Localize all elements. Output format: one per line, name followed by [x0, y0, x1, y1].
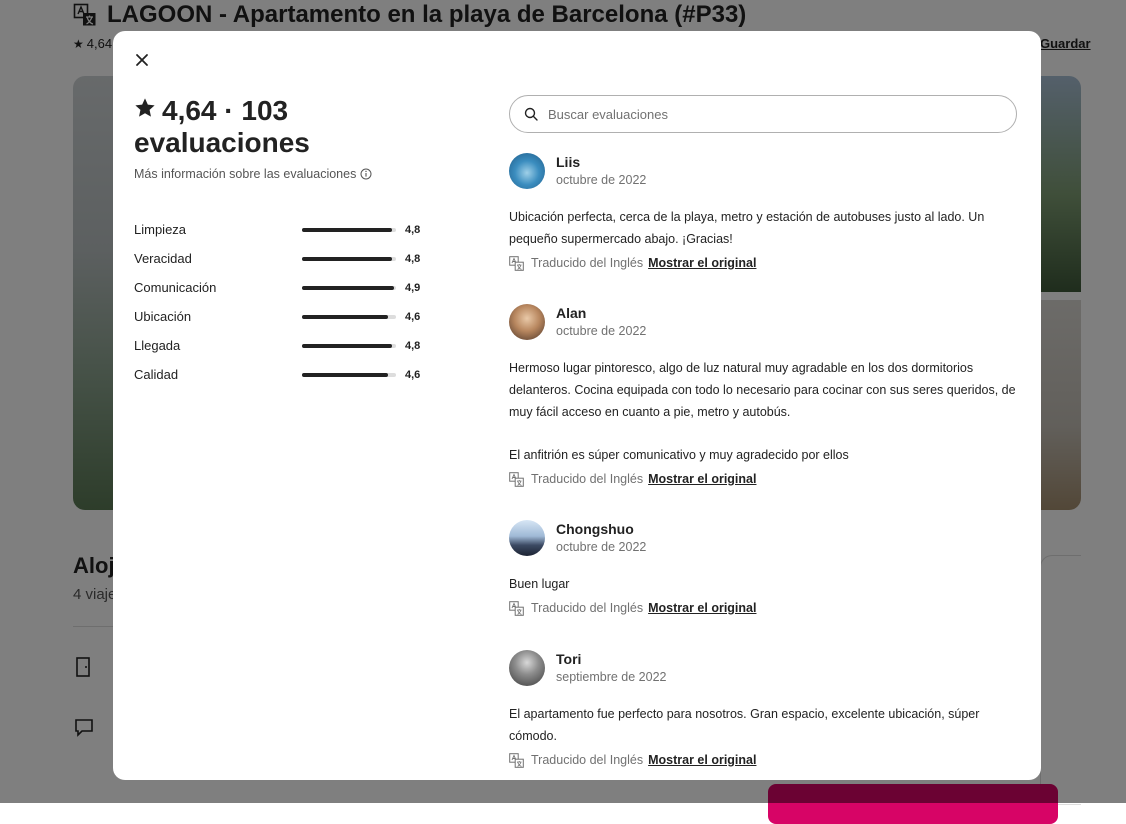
category-bar: [302, 285, 396, 290]
review-paragraph: El anfitrión es súper comunicativo y muy…: [509, 448, 849, 462]
translation-note: Traducido del Inglés Mostrar el original: [509, 469, 1029, 489]
review-item: Liis octubre de 2022 Ubicación perfecta,…: [509, 151, 1029, 273]
translation-note: Traducido del Inglés Mostrar el original: [509, 598, 1029, 618]
category-bar-fill: [302, 256, 393, 261]
category-label: Calidad: [134, 367, 179, 382]
category-label: Comunicación: [134, 280, 217, 295]
info-icon: [360, 168, 372, 180]
review-date: octubre de 2022: [556, 540, 647, 554]
avatar[interactable]: [509, 650, 545, 686]
reviews-info-text: Más información sobre las evaluaciones: [134, 167, 357, 181]
reviewer-name: Liis: [556, 154, 581, 170]
review-date: octubre de 2022: [556, 173, 647, 187]
review-paragraph: El apartamento fue perfecto para nosotro…: [509, 707, 980, 743]
search-reviews[interactable]: [509, 95, 1017, 133]
review-header: Tori septiembre de 2022: [509, 648, 1029, 688]
category-bar: [302, 314, 396, 319]
rating-value: 4,64: [162, 95, 217, 126]
review-paragraph: Ubicación perfecta, cerca de la playa, m…: [509, 210, 985, 246]
review-meta: Liis octubre de 2022: [556, 153, 646, 189]
review-date: septiembre de 2022: [556, 670, 667, 684]
category-row: Veracidad 4,8: [134, 244, 424, 273]
rating-separator: ·: [224, 95, 234, 126]
category-bar-fill: [302, 314, 389, 319]
review-item: Chongshuo octubre de 2022 Buen lugar Tra…: [509, 518, 1029, 618]
review-header: Alan octubre de 2022: [509, 302, 1029, 342]
show-original-link[interactable]: Mostrar el original: [648, 753, 756, 767]
review-meta: Tori septiembre de 2022: [556, 650, 667, 686]
review-text: Hermoso lugar pintoresco, algo de luz na…: [509, 357, 1029, 466]
category-label: Llegada: [134, 338, 181, 353]
review-meta: Alan octubre de 2022: [556, 304, 646, 340]
review-text: Ubicación perfecta, cerca de la playa, m…: [509, 206, 1029, 250]
category-value: 4,9: [405, 281, 421, 294]
search-icon: [524, 107, 538, 121]
rating-heading: 4,64 · 103 evaluaciones: [134, 95, 414, 159]
category-label: Veracidad: [134, 251, 192, 266]
translated-from-text: Traducido del Inglés: [531, 256, 644, 270]
category-bar: [302, 343, 396, 348]
category-bar: [302, 372, 396, 377]
category-value: 4,8: [405, 223, 421, 236]
star-icon: [135, 98, 155, 117]
category-bar: [302, 256, 396, 261]
reviewer-name: Alan: [556, 305, 587, 321]
translation-note: Traducido del Inglés Mostrar el original: [509, 253, 1029, 273]
category-row: Calidad 4,6: [134, 360, 424, 389]
reviewer-name: Tori: [556, 651, 582, 667]
review-text: Buen lugar: [509, 573, 1029, 595]
review-text: El apartamento fue perfecto para nosotro…: [509, 703, 1029, 747]
category-row: Limpieza 4,8: [134, 215, 424, 244]
reviews-info-link[interactable]: Más información sobre las evaluaciones: [134, 167, 414, 181]
category-ratings: Limpieza 4,8 Veracidad 4,8 Comunicación …: [134, 215, 424, 389]
close-icon: [136, 54, 148, 66]
show-original-link[interactable]: Mostrar el original: [648, 256, 756, 270]
reviewer-name: Chongshuo: [556, 521, 634, 537]
review-date: octubre de 2022: [556, 324, 647, 338]
category-value: 4,6: [405, 310, 421, 323]
category-row: Llegada 4,8: [134, 331, 424, 360]
category-bar-fill: [302, 343, 393, 348]
translate-icon: [509, 255, 524, 271]
show-original-link[interactable]: Mostrar el original: [648, 472, 756, 486]
translate-icon: [509, 752, 524, 768]
reviews-word: evaluaciones: [134, 127, 310, 158]
review-header: Liis octubre de 2022: [509, 151, 1029, 191]
review-item: Tori septiembre de 2022 El apartamento f…: [509, 648, 1029, 770]
show-original-link[interactable]: Mostrar el original: [648, 601, 756, 615]
category-bar-fill: [302, 285, 395, 290]
avatar[interactable]: [509, 304, 545, 340]
category-label: Ubicación: [134, 309, 192, 324]
avatar[interactable]: [509, 153, 545, 189]
review-item: Alan octubre de 2022 Hermoso lugar pinto…: [509, 302, 1029, 489]
translated-from-text: Traducido del Inglés: [531, 601, 644, 615]
rating-summary: 4,64 · 103 evaluaciones Más información …: [134, 95, 414, 181]
category-row: Ubicación 4,6: [134, 302, 424, 331]
review-paragraph: Hermoso lugar pintoresco, algo de luz na…: [509, 361, 1016, 419]
close-button[interactable]: [129, 47, 155, 73]
translate-icon: [509, 471, 524, 487]
category-value: 4,6: [405, 368, 421, 381]
category-value: 4,8: [405, 339, 421, 352]
translate-icon: [509, 600, 524, 616]
category-bar-fill: [302, 372, 389, 377]
category-bar-fill: [302, 227, 393, 232]
category-row: Comunicación 4,9: [134, 273, 424, 302]
review-meta: Chongshuo octubre de 2022: [556, 520, 646, 556]
category-label: Limpieza: [134, 222, 187, 237]
category-value: 4,8: [405, 252, 421, 265]
review-header: Chongshuo octubre de 2022: [509, 518, 1029, 558]
category-bar: [302, 227, 396, 232]
translated-from-text: Traducido del Inglés: [531, 472, 644, 486]
review-paragraph: Buen lugar: [509, 577, 570, 591]
reviews-modal: 4,64 · 103 evaluaciones Más información …: [113, 31, 1041, 780]
translated-from-text: Traducido del Inglés: [531, 753, 644, 767]
avatar[interactable]: [509, 520, 545, 556]
search-input[interactable]: [546, 105, 990, 123]
review-count: 103: [241, 95, 289, 126]
translation-note: Traducido del Inglés Mostrar el original: [509, 750, 1029, 770]
